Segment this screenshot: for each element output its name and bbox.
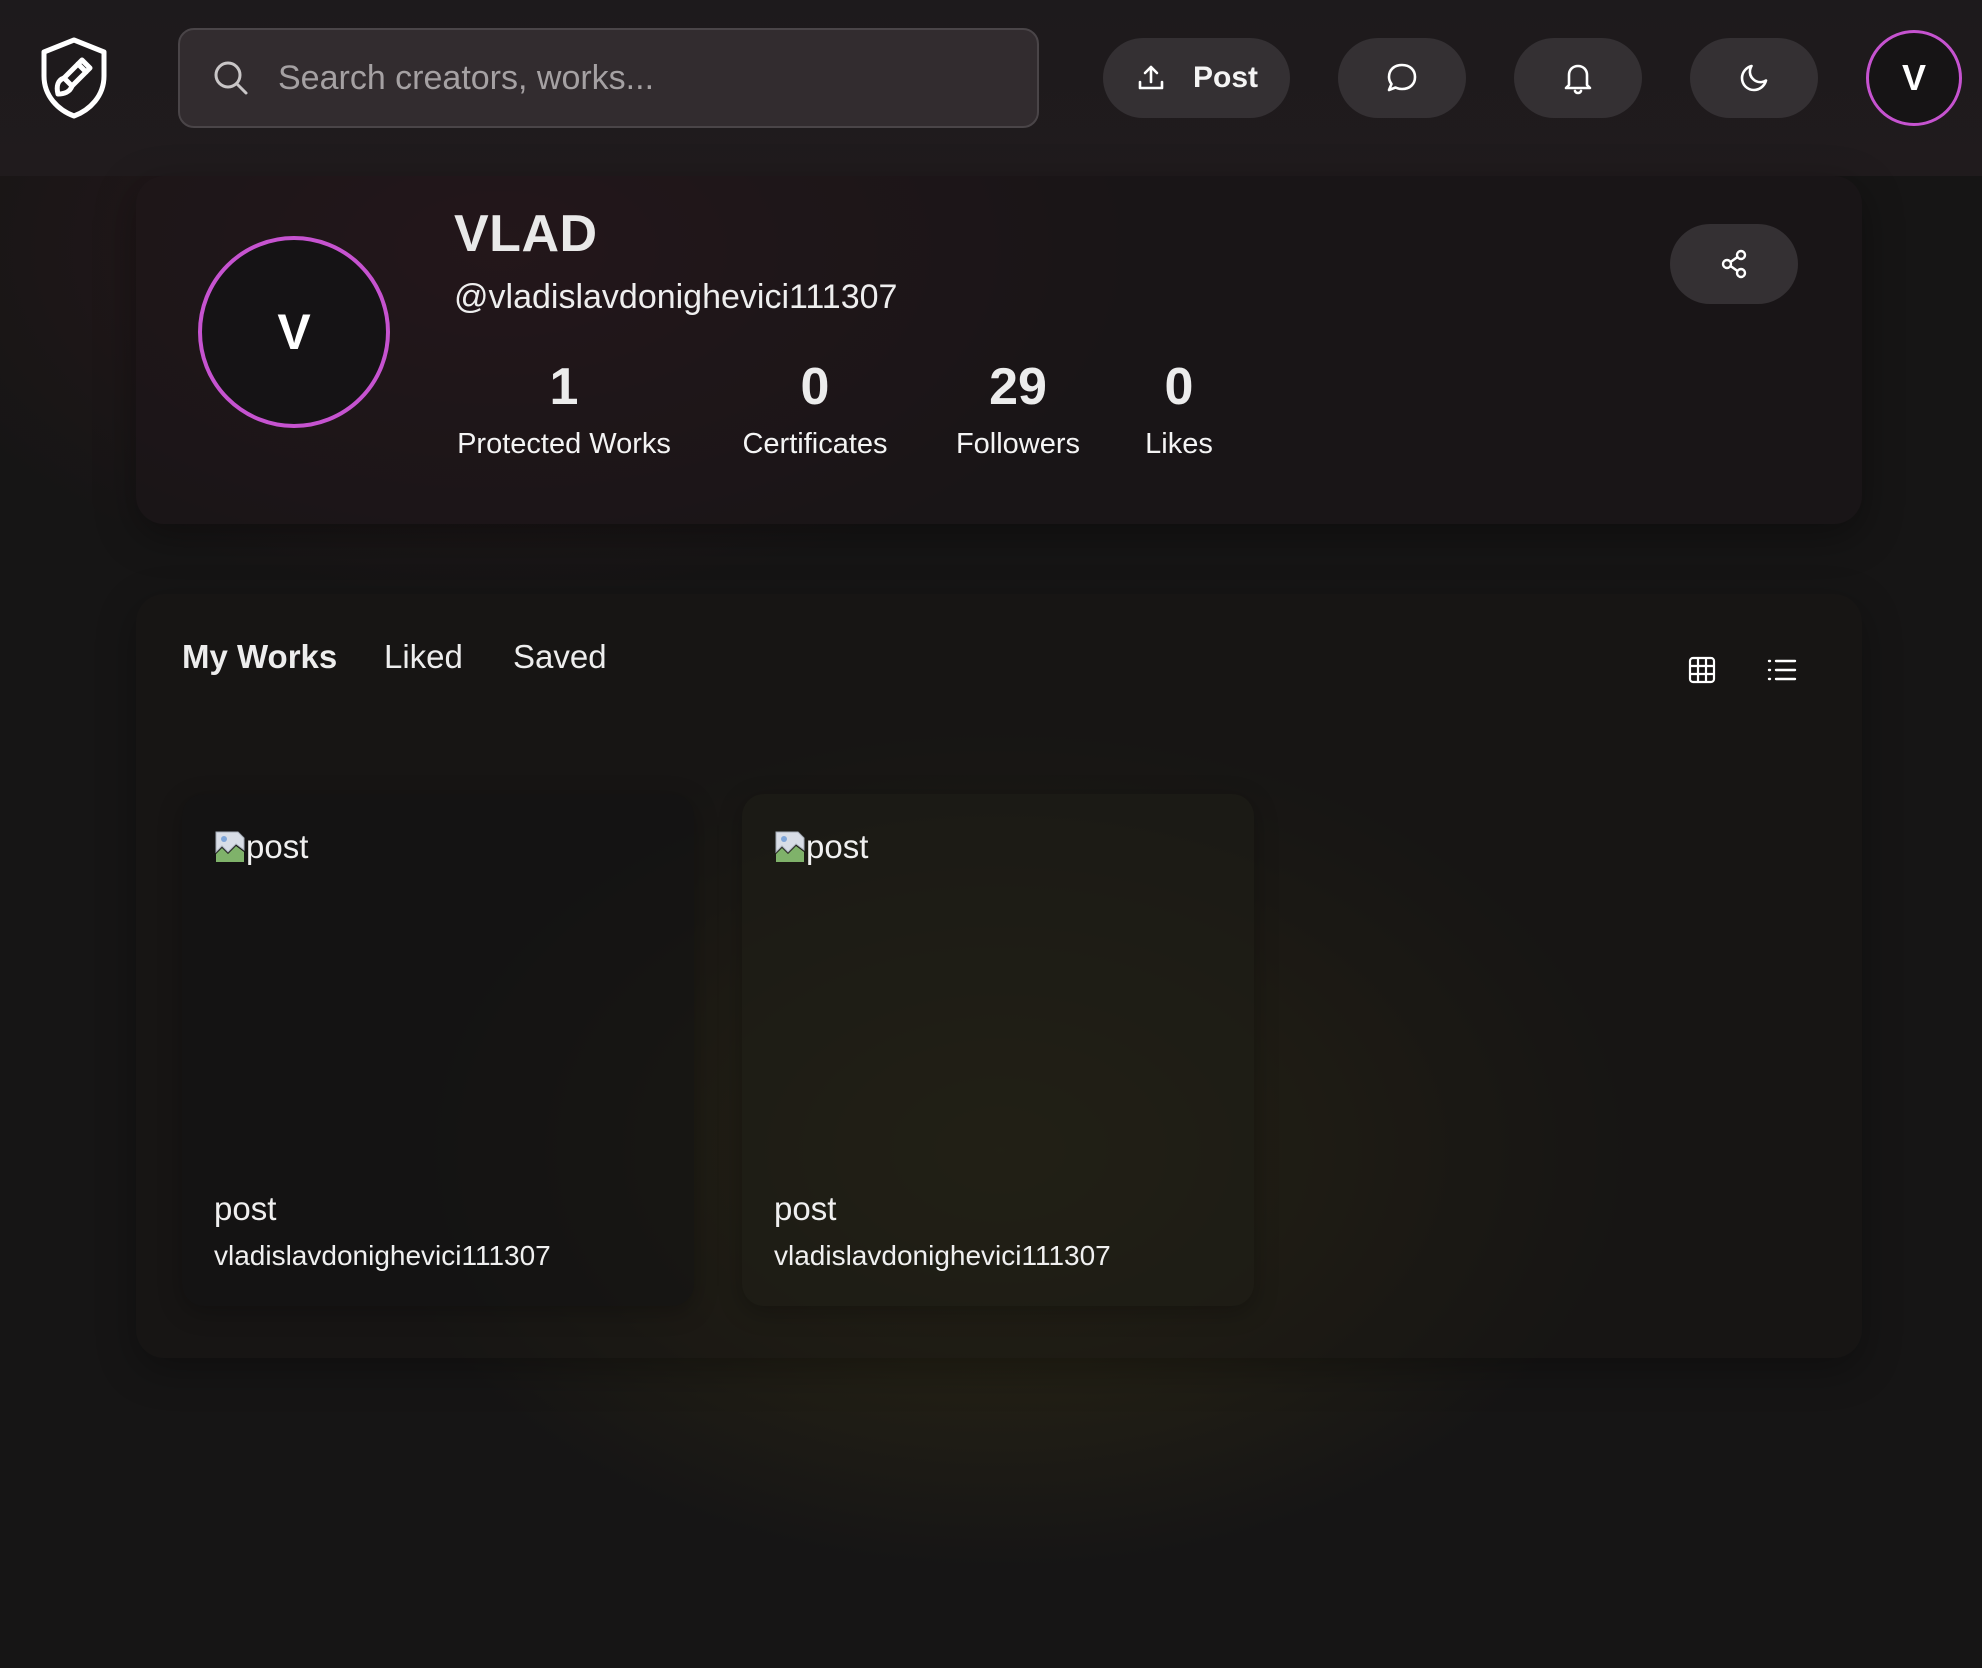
tab-liked[interactable]: Liked [384,638,463,676]
post-image[interactable]: post [214,828,308,866]
stat-certificates: 0 Certificates [736,356,894,461]
stat-protected-works: 1 Protected Works [454,356,674,461]
post-image-alt: post [806,828,869,865]
broken-image-icon [215,831,245,862]
post-title: post [214,1190,277,1227]
share-icon [1721,249,1747,279]
grid-icon [1688,656,1716,684]
post-image-alt: post [246,828,309,865]
post-card[interactable]: post post vladislavdonighevici111307 [742,794,1254,1306]
stat-value: 0 [800,358,830,416]
profile-card [136,176,1862,524]
profile-handle: @vladislavdonighevici111307 [454,278,898,316]
stat-value: 0 [1164,358,1194,416]
shield-brush-logo-icon[interactable] [38,36,110,120]
post-button-label: Post [1192,61,1258,94]
user-avatar-initial: V [1901,57,1926,98]
stat-label: Protected Works [457,428,671,460]
moon-icon [1740,64,1768,92]
theme-toggle-button[interactable] [1690,38,1818,118]
post-author[interactable]: vladislavdonighevici111307 [774,1240,1111,1272]
bell-icon [1564,64,1592,95]
stat-label: Certificates [742,428,888,460]
profile-avatar: V [198,236,390,428]
chat-icon [1387,63,1417,92]
post-button[interactable]: Post [1103,38,1290,118]
stat-label: Followers [955,428,1081,460]
broken-image-icon [775,831,805,862]
stat-followers[interactable]: 29 Followers [954,356,1082,461]
notifications-button[interactable] [1514,38,1642,118]
stat-label: Likes [1145,428,1213,460]
stat-value: 29 [989,358,1047,416]
messages-button[interactable] [1338,38,1466,118]
stat-likes: 0 Likes [1143,356,1215,461]
upload-icon [1138,65,1164,90]
profile-name: VLAD [454,205,598,263]
top-bar: Post V [0,0,1982,176]
search-input[interactable] [278,58,1037,98]
list-view-button[interactable] [1760,648,1804,692]
tab-my-works[interactable]: My Works [182,638,337,676]
list-icon [1767,659,1797,681]
tab-saved[interactable]: Saved [513,638,607,676]
user-avatar-button[interactable]: V [1866,30,1962,126]
post-author[interactable]: vladislavdonighevici111307 [214,1240,551,1272]
search-icon [214,61,248,95]
share-profile-button[interactable] [1670,224,1798,304]
search-bar[interactable] [178,28,1039,128]
stat-value: 1 [549,358,579,416]
post-title: post [774,1190,837,1227]
profile-avatar-initial: V [277,304,311,360]
post-image[interactable]: post [774,828,868,866]
post-card[interactable]: post post vladislavdonighevici111307 [182,794,694,1306]
grid-view-button[interactable] [1680,648,1724,692]
